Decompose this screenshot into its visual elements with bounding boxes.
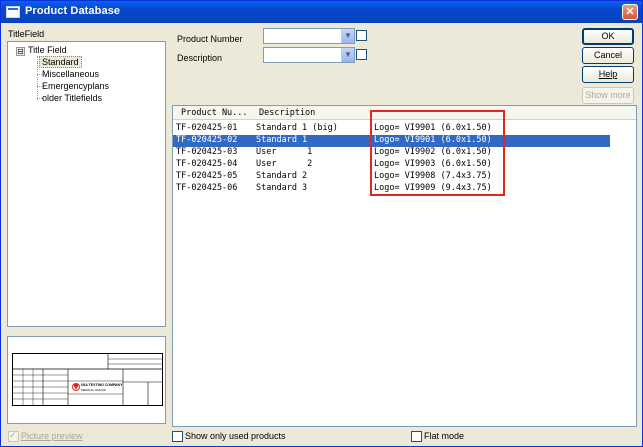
flat-mode-checkbox[interactable] bbox=[411, 431, 422, 442]
table-row-selected[interactable]: TF-020425-02 Standard 1 Logo= VI9901 (6.… bbox=[173, 135, 610, 147]
chevron-down-icon[interactable]: ▼ bbox=[341, 48, 354, 62]
cancel-button[interactable]: Cancel bbox=[582, 47, 634, 64]
product-database-window: Product Database ✕ TitleField ⊟ Title Fi… bbox=[0, 0, 643, 447]
table-row[interactable]: TF-020425-04 User 2 Logo= VI9903 (6.0x1.… bbox=[173, 159, 610, 171]
close-button[interactable]: ✕ bbox=[622, 4, 638, 20]
row-product-number: TF-020425-01 bbox=[176, 123, 238, 133]
row-product-number: TF-020425-05 bbox=[176, 171, 238, 181]
table-row[interactable]: TF-020425-05 Standard 2 Logo= VI9908 (7.… bbox=[173, 171, 610, 183]
row-product-number: TF-020425-06 bbox=[176, 183, 238, 193]
picture-preview-label: Picture preview bbox=[21, 431, 83, 441]
titlefield-header: TitleField bbox=[8, 29, 45, 39]
row-product-number: TF-020425-02 bbox=[176, 135, 238, 145]
product-number-checkbox[interactable] bbox=[356, 30, 367, 41]
ok-button[interactable]: OK bbox=[582, 28, 634, 45]
show-more-button[interactable]: Show more bbox=[582, 87, 634, 104]
tree-item-older-titlefields[interactable]: older Titlefields bbox=[42, 93, 102, 103]
help-button[interactable]: Help bbox=[582, 66, 634, 83]
show-only-used-checkbox[interactable] bbox=[172, 431, 183, 442]
collapse-icon[interactable]: ⊟ bbox=[16, 47, 25, 56]
product-number-combo[interactable]: ▼ bbox=[263, 28, 355, 44]
picture-preview-checkbox[interactable] bbox=[8, 430, 19, 442]
chevron-down-icon[interactable]: ▼ bbox=[341, 29, 354, 43]
row-description: Standard 1 bbox=[256, 135, 308, 145]
description-label: Description bbox=[177, 53, 223, 63]
title-block-preview: IXIA TEXTING COMPANY MEDICAL GROUP bbox=[7, 336, 166, 424]
preview-logo-text: IXIA TEXTING COMPANY bbox=[81, 383, 123, 387]
description-checkbox[interactable] bbox=[356, 49, 367, 60]
window-icon bbox=[6, 6, 20, 18]
tree-item-standard[interactable]: Standard bbox=[39, 56, 82, 68]
flat-mode-label: Flat mode bbox=[424, 431, 465, 441]
list-header: Product Nu... Description bbox=[173, 106, 636, 120]
tree-root-title-field[interactable]: Title Field bbox=[28, 45, 67, 55]
row-description: User 2 bbox=[256, 159, 313, 169]
tree-item-emergencyplans[interactable]: Emergencyplans bbox=[42, 81, 109, 91]
row-logo: Logo= VI9901 (6.0x1.50) bbox=[374, 135, 492, 145]
description-combo[interactable]: ▼ bbox=[263, 47, 355, 63]
title-block-drawing-svg bbox=[13, 354, 162, 405]
row-description: Standard 1 (big) bbox=[256, 123, 338, 133]
row-logo: Logo= VI9903 (6.0x1.50) bbox=[374, 159, 492, 169]
row-logo: Logo= VI9908 (7.4x3.75) bbox=[374, 171, 492, 181]
row-description: Standard 2 bbox=[256, 171, 308, 181]
product-list[interactable]: Product Nu... Description TF-020425-01 S… bbox=[172, 105, 637, 427]
title-bar[interactable]: Product Database ✕ bbox=[1, 1, 642, 23]
preview-logo-subtext: MEDICAL GROUP bbox=[81, 388, 107, 392]
window-title: Product Database bbox=[25, 5, 121, 17]
table-row[interactable]: TF-020425-06 Standard 3 Logo= VI9909 (9.… bbox=[173, 183, 610, 195]
company-logo-icon bbox=[73, 384, 79, 390]
row-product-number: TF-020425-03 bbox=[176, 147, 238, 157]
row-description: Standard 3 bbox=[256, 183, 308, 193]
column-header-description[interactable]: Description bbox=[259, 108, 315, 118]
row-logo: Logo= VI9909 (9.4x3.75) bbox=[374, 183, 492, 193]
show-only-used-label: Show only used products bbox=[185, 431, 286, 441]
table-row[interactable]: TF-020425-01 Standard 1 (big) Logo= VI99… bbox=[173, 123, 610, 135]
titlefield-tree[interactable]: ⊟ Title Field Standard Miscellaneous Eme… bbox=[7, 41, 166, 327]
title-block-drawing: IXIA TEXTING COMPANY MEDICAL GROUP bbox=[12, 353, 163, 406]
column-header-product-number[interactable]: Product Nu... bbox=[181, 108, 248, 118]
row-description: User 1 bbox=[256, 147, 313, 157]
tree-item-miscellaneous[interactable]: Miscellaneous bbox=[42, 69, 99, 79]
row-logo: Logo= VI9901 (6.0x1.50) bbox=[374, 123, 492, 133]
row-logo: Logo= VI9902 (6.0x1.50) bbox=[374, 147, 492, 157]
table-row[interactable]: TF-020425-03 User 1 Logo= VI9902 (6.0x1.… bbox=[173, 147, 610, 159]
row-product-number: TF-020425-04 bbox=[176, 159, 238, 169]
product-number-label: Product Number bbox=[177, 34, 243, 44]
